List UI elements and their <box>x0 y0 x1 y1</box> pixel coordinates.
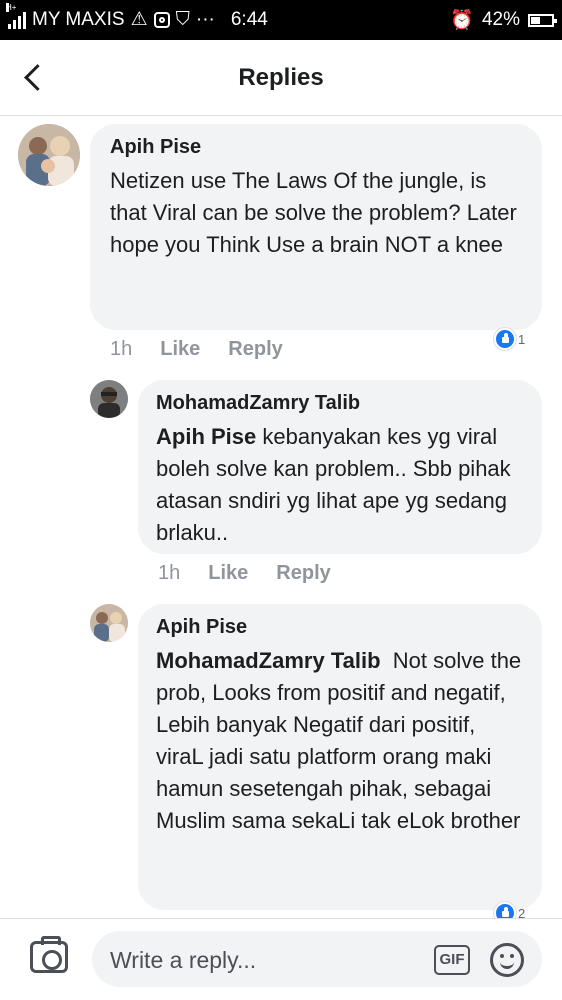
status-bar: H+ MY MAXIS ⚠ ⛉ ··· 6:44 ⏰ 42% <box>0 0 562 40</box>
mention-link[interactable]: MohamadZamry Talib <box>156 648 381 673</box>
comment-actions: 1h Like Reply <box>158 562 331 585</box>
battery-level: 42% <box>481 9 520 30</box>
comment-time: 1h <box>110 338 133 360</box>
reply-button[interactable]: Reply <box>276 562 330 585</box>
avatar-photo <box>90 380 128 418</box>
comment-author[interactable]: Apih Pise <box>110 136 522 159</box>
network-tag: H+ <box>6 2 17 12</box>
avatar-photo <box>18 124 80 186</box>
emoji-icon[interactable] <box>490 943 524 977</box>
instagram-icon <box>153 11 170 28</box>
page-title: Replies <box>238 64 324 91</box>
comment-bubble: Apih Pise MohamadZamry Talib Not solve t… <box>138 604 542 910</box>
warning-icon: ⚠ <box>130 9 148 30</box>
like-icon <box>494 328 516 350</box>
like-button[interactable]: Like <box>160 338 200 361</box>
shield-icon: ⛉ <box>175 8 190 30</box>
comment-time: 1h <box>158 562 181 584</box>
comment-bubble: MohamadZamry Talib Apih Pise kebanyakan … <box>138 380 542 554</box>
carrier-name: MY MAXIS <box>32 8 125 30</box>
reaction-summary[interactable]: 1 <box>494 328 525 350</box>
reply-input[interactable] <box>92 931 542 987</box>
clock-time: 6:44 <box>230 8 268 30</box>
comment-text: Netizen use The Laws Of the jungle, is t… <box>110 168 517 257</box>
avatar[interactable] <box>90 604 128 642</box>
comment-text: Apih Pise kebanyakan kes yg viral boleh … <box>156 421 524 549</box>
reply-button[interactable]: Reply <box>228 338 282 361</box>
alarm-icon: ⏰ <box>450 10 474 31</box>
avatar-photo <box>90 604 128 642</box>
comment-text: MohamadZamry Talib Not solve the prob, L… <box>156 645 524 837</box>
comment-body: Not solve the prob, Looks from positif a… <box>156 648 522 833</box>
comment-author[interactable]: MohamadZamry Talib <box>156 392 524 415</box>
avatar[interactable] <box>90 380 128 418</box>
more-icon: ··· <box>195 8 215 30</box>
gif-button[interactable]: GIF <box>434 945 470 975</box>
comment-actions: 1h Like Reply <box>110 338 283 361</box>
mention-link[interactable]: Apih Pise <box>156 424 256 449</box>
reaction-count: 1 <box>518 331 526 347</box>
comment-bubble: Apih Pise Netizen use The Laws Of the ju… <box>90 124 542 330</box>
app-header: Replies <box>0 40 562 116</box>
avatar[interactable] <box>18 124 80 186</box>
comment-author[interactable]: Apih Pise <box>156 616 524 639</box>
like-button[interactable]: Like <box>208 562 248 585</box>
signal-icon: H+ <box>6 2 26 29</box>
reply-composer: Write a reply... GIF <box>0 918 562 1000</box>
battery-icon <box>528 13 557 27</box>
camera-icon[interactable] <box>30 936 68 973</box>
